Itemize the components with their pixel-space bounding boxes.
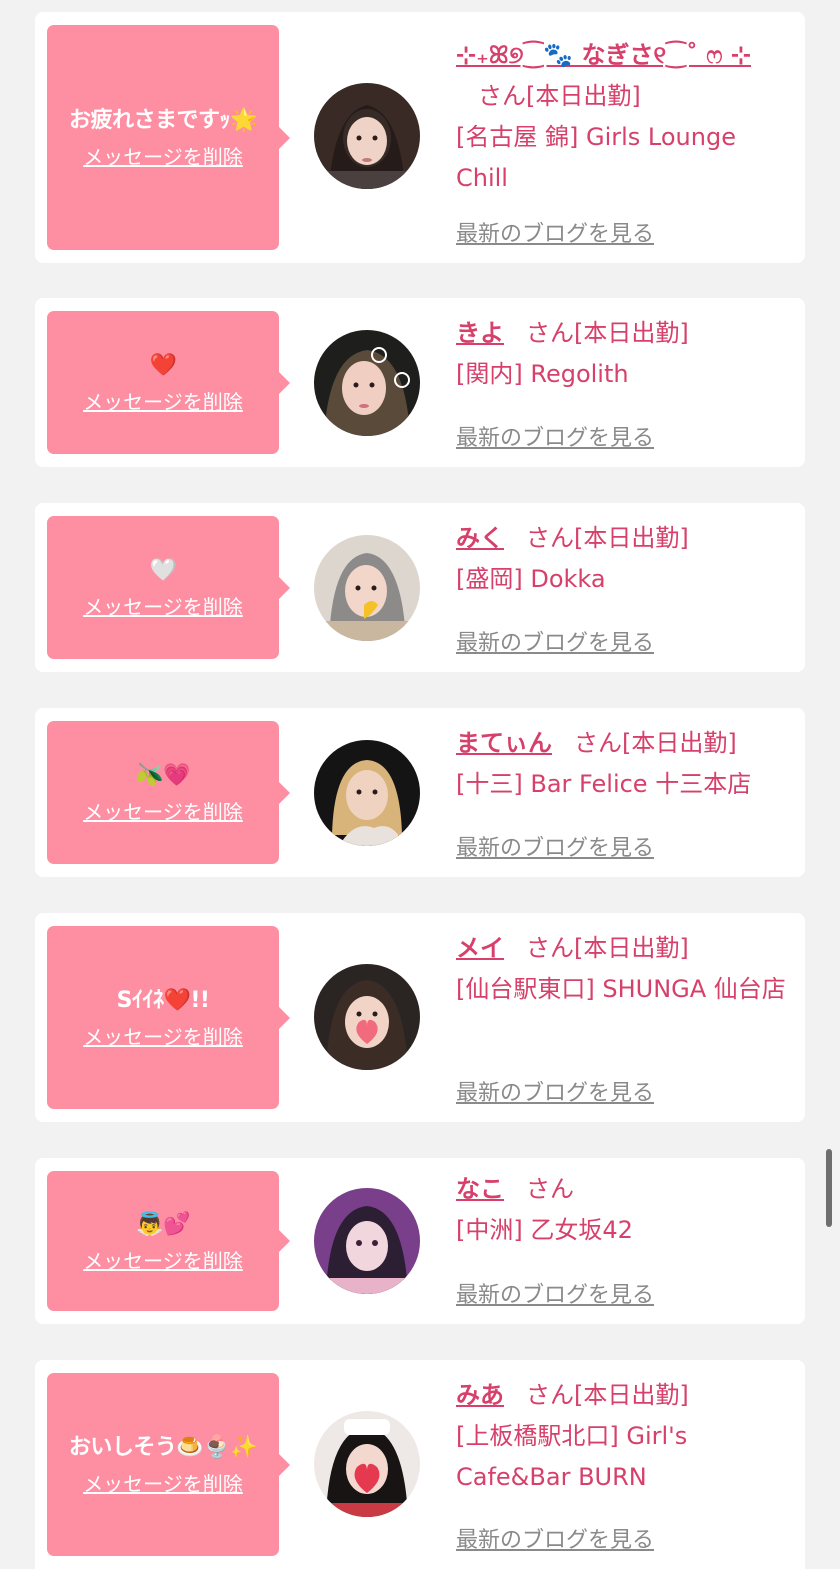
san-suffix: さん	[526, 1381, 574, 1409]
message-card: 🤍 メッセージを削除 みく さん[本日出勤] [盛岡] Dokka 最新のブログを…	[35, 503, 805, 672]
avatar[interactable]	[314, 83, 420, 189]
message-card: おいしそう🍮🍨✨ メッセージを削除 みあ さん[本日出勤] [上板橋駅北口] Gi…	[35, 1360, 805, 1569]
work-status: [本日出勤]	[526, 82, 641, 110]
girl-info: ⊹₊ꕤ୭⁐🐾 なぎさ୧⁐˚ ෆ ⊹ さん[本日出勤] [名古屋 錦] Girls …	[456, 35, 791, 199]
work-status: [本日出勤]	[574, 319, 689, 347]
girl-info: みく さん[本日出勤] [盛岡] Dokka	[456, 518, 791, 600]
avatar-photo-icon	[314, 1188, 420, 1294]
girl-name-link[interactable]: みく	[456, 524, 504, 552]
girl-name-link[interactable]: まてぃん	[456, 729, 552, 757]
girl-info: まてぃん さん[本日出勤] [十三] Bar Felice 十三本店	[456, 723, 791, 805]
girl-name-link[interactable]: メイ	[456, 934, 504, 962]
latest-blog-link[interactable]: 最新のブログを見る	[456, 1075, 654, 1107]
message-text: 🫒💗	[136, 763, 190, 788]
shop-name: [上板橋駅北口] Girl's Cafe&Bar BURN	[456, 1422, 688, 1491]
avatar-photo-icon	[314, 330, 420, 436]
san-suffix: さん	[526, 934, 574, 962]
message-text: 👼💕	[136, 1211, 190, 1237]
message-text: お疲れさまですｯ🌟	[69, 108, 257, 133]
message-card: お疲れさまですｯ🌟 メッセージを削除 ⊹₊ꕤ୭⁐🐾 なぎさ୧⁐˚ ෆ ⊹ さん[本…	[35, 12, 805, 263]
girl-info: なこ さん [中洲] 乙女坂42	[456, 1169, 791, 1251]
avatar[interactable]	[314, 535, 420, 641]
avatar-photo-icon	[314, 535, 420, 641]
work-status: [本日出勤]	[574, 934, 689, 962]
delete-message-link[interactable]: メッセージを削除	[83, 1023, 243, 1051]
scrollbar[interactable]	[826, 1149, 832, 1227]
girl-info: メイ さん[本日出勤] [仙台駅東口] SHUNGA 仙台店	[456, 928, 791, 1010]
message-bubble: 🫒💗 メッセージを削除	[47, 721, 290, 864]
shop-name: [関内] Regolith	[456, 360, 629, 388]
delete-message-link[interactable]: メッセージを削除	[83, 1470, 243, 1498]
message-bubble: Sｲｲﾈ❤️!! メッセージを削除	[47, 926, 290, 1109]
san-suffix: さん	[574, 729, 622, 757]
avatar-photo-icon	[314, 1411, 420, 1517]
latest-blog-link[interactable]: 最新のブログを見る	[456, 625, 654, 657]
message-text: Sｲｲﾈ❤️!!	[116, 988, 210, 1013]
shop-name: [仙台駅東口] SHUNGA 仙台店	[456, 975, 786, 1003]
avatar-photo-icon	[314, 964, 420, 1070]
avatar[interactable]	[314, 740, 420, 846]
latest-blog-link[interactable]: 最新のブログを見る	[456, 1277, 654, 1309]
message-card: 🫒💗 メッセージを削除 まてぃん さん[本日出勤] [十三] Bar Felice…	[35, 708, 805, 877]
avatar[interactable]	[314, 330, 420, 436]
work-status: [本日出勤]	[574, 524, 689, 552]
avatar[interactable]	[314, 1188, 420, 1294]
girl-name-link[interactable]: なこ	[456, 1175, 504, 1203]
avatar-photo-icon	[314, 83, 420, 189]
girl-info: みあ さん[本日出勤] [上板橋駅北口] Girl's Cafe&Bar BURN	[456, 1375, 791, 1498]
shop-name: [名古屋 錦] Girls Lounge Chill	[456, 123, 736, 192]
latest-blog-link[interactable]: 最新のブログを見る	[456, 420, 654, 452]
delete-message-link[interactable]: メッセージを削除	[83, 388, 243, 416]
girl-name-link[interactable]: ⊹₊ꕤ୭⁐🐾 なぎさ୧⁐˚ ෆ ⊹	[456, 41, 751, 69]
san-suffix: さん	[526, 1175, 574, 1203]
message-bubble: ❤️ メッセージを削除	[47, 311, 290, 454]
girl-info: きよ さん[本日出勤] [関内] Regolith	[456, 313, 791, 395]
message-bubble: お疲れさまですｯ🌟 メッセージを削除	[47, 25, 290, 250]
delete-message-link[interactable]: メッセージを削除	[83, 1247, 243, 1275]
message-bubble: おいしそう🍮🍨✨ メッセージを削除	[47, 1373, 290, 1556]
shop-name: [中洲] 乙女坂42	[456, 1216, 633, 1244]
message-card: 👼💕 メッセージを削除 なこ さん [中洲] 乙女坂42 最新のブログを見る	[35, 1158, 805, 1324]
avatar[interactable]	[314, 964, 420, 1070]
shop-name: [盛岡] Dokka	[456, 565, 606, 593]
message-bubble: 👼💕 メッセージを削除	[47, 1171, 290, 1311]
san-suffix: さん	[526, 524, 574, 552]
message-text: 🤍	[149, 558, 177, 583]
delete-message-link[interactable]: メッセージを削除	[83, 593, 243, 621]
message-bubble: 🤍 メッセージを削除	[47, 516, 290, 659]
message-text: おいしそう🍮🍨✨	[68, 1435, 258, 1460]
shop-name: [十三] Bar Felice 十三本店	[456, 770, 752, 798]
message-card: Sｲｲﾈ❤️!! メッセージを削除 メイ さん[本日出勤] [仙台駅東口] SHU…	[35, 913, 805, 1122]
san-suffix: さん	[478, 82, 526, 110]
message-card: ❤️ メッセージを削除 きよ さん[本日出勤] [関内] Regolith 最新の…	[35, 298, 805, 467]
latest-blog-link[interactable]: 最新のブログを見る	[456, 216, 654, 248]
avatar-photo-icon	[314, 740, 420, 846]
delete-message-link[interactable]: メッセージを削除	[83, 143, 243, 171]
delete-message-link[interactable]: メッセージを削除	[83, 798, 243, 826]
san-suffix: さん	[526, 319, 574, 347]
latest-blog-link[interactable]: 最新のブログを見る	[456, 1522, 654, 1554]
girl-name-link[interactable]: きよ	[456, 319, 504, 347]
avatar[interactable]	[314, 1411, 420, 1517]
girl-name-link[interactable]: みあ	[456, 1381, 504, 1409]
work-status: [本日出勤]	[574, 1381, 689, 1409]
latest-blog-link[interactable]: 最新のブログを見る	[456, 830, 654, 862]
message-text: ❤️	[149, 353, 177, 378]
work-status: [本日出勤]	[622, 729, 737, 757]
